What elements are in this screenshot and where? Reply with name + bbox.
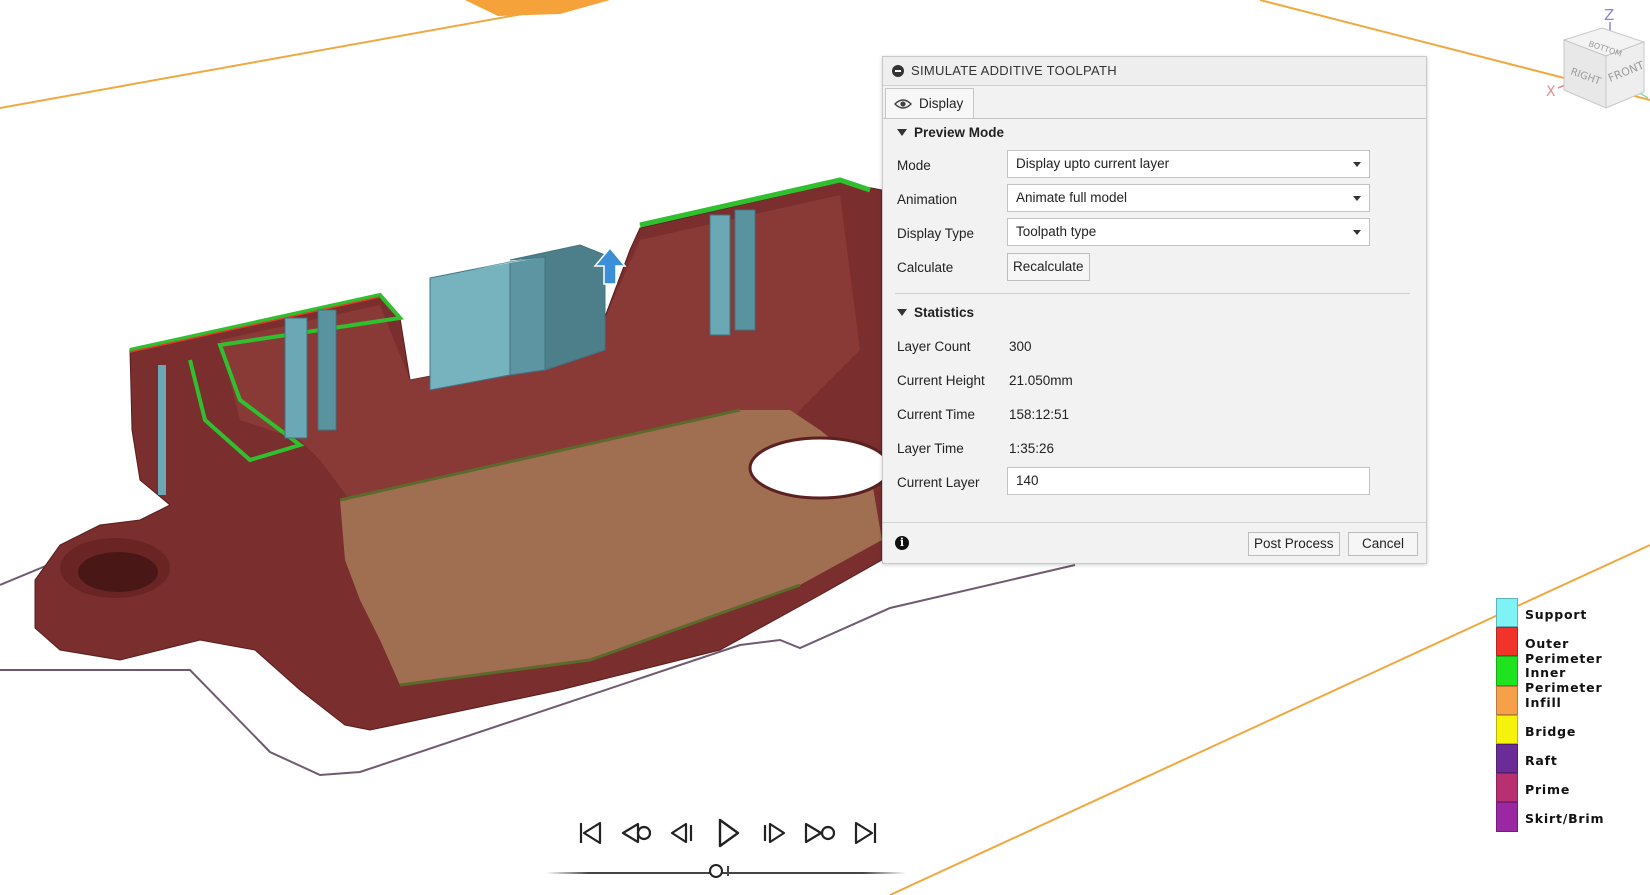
support-block <box>509 256 546 376</box>
tab-display[interactable]: Display <box>885 88 974 118</box>
animation-select[interactable]: Animate full model <box>1007 184 1370 212</box>
mode-select-value: Display upto current layer <box>1016 156 1170 171</box>
collapse-icon[interactable] <box>892 65 904 77</box>
legend-label: Bridge <box>1525 723 1577 739</box>
collapse-triangle-icon <box>897 309 907 316</box>
preview-mode-heading: Preview Mode <box>914 125 1005 140</box>
legend-item: Prime <box>1496 773 1646 803</box>
current-height-value: 21.050mm <box>1009 373 1073 388</box>
legend-item: Outer Perimeter <box>1496 627 1646 666</box>
tab-strip: Display <box>883 86 1426 119</box>
info-icon[interactable]: i <box>895 536 909 550</box>
x-axis-label: X <box>1546 84 1556 100</box>
support-column <box>317 309 337 431</box>
section-divider <box>895 293 1410 294</box>
legend-item: Bridge <box>1496 714 1646 744</box>
dialog-title: SIMULATE ADDITIVE TOOLPATH <box>911 63 1117 78</box>
current-time-label: Current Time <box>897 407 976 422</box>
statistics-heading: Statistics <box>914 305 975 320</box>
display-type-select-value: Toolpath type <box>1016 224 1097 239</box>
last-layer-icon[interactable] <box>848 815 884 851</box>
legend-swatch <box>1496 656 1518 686</box>
legend-label: Infill <box>1525 694 1562 710</box>
legend-swatch <box>1496 802 1518 832</box>
dropdown-caret-icon <box>1353 196 1361 201</box>
build-plate-tab <box>465 0 610 16</box>
legend-item: Inner Perimeter <box>1496 656 1646 695</box>
current-height-label: Current Height <box>897 373 985 388</box>
post-process-button[interactable]: Post Process <box>1248 532 1340 556</box>
legend-swatch <box>1496 685 1518 715</box>
layer-time-value: 1:35:26 <box>1009 441 1055 456</box>
first-layer-icon[interactable] <box>572 815 608 851</box>
legend-swatch <box>1496 773 1518 803</box>
support-column <box>284 317 308 439</box>
support-column <box>709 214 731 336</box>
playback-controls <box>566 815 877 855</box>
collapse-triangle-icon <box>897 129 907 136</box>
legend-item: Raft <box>1496 743 1646 774</box>
toolpath-type-legend: Support Outer Perimeter Inner Perimeter … <box>1496 598 1646 832</box>
layer-slider-track[interactable] <box>546 872 906 874</box>
legend-label: Raft <box>1525 752 1558 768</box>
legend-label: Skirt/Brim <box>1525 811 1605 827</box>
support-column <box>734 209 756 331</box>
legend-swatch <box>1496 627 1518 657</box>
legend-label: Support <box>1525 607 1588 622</box>
tab-display-label: Display <box>919 96 964 111</box>
mode-label: Mode <box>897 158 931 173</box>
statistics-section-toggle[interactable]: Statistics <box>897 305 974 320</box>
display-type-select[interactable]: Toolpath type <box>1007 218 1370 246</box>
support-block <box>429 261 511 391</box>
legend-item: Support <box>1496 598 1646 628</box>
display-type-label: Display Type <box>897 226 975 241</box>
preview-mode-section-toggle[interactable]: Preview Mode <box>897 125 1004 140</box>
current-layer-label: Current Layer <box>897 475 980 490</box>
fast-forward-icon[interactable] <box>802 815 838 851</box>
dialog-header: SIMULATE ADDITIVE TOOLPATH <box>883 57 1426 86</box>
layer-time-label: Layer Time <box>897 441 964 456</box>
dropdown-caret-icon <box>1353 230 1361 235</box>
step-forward-icon[interactable] <box>756 815 792 851</box>
view-cube[interactable]: Z X BOTTOM RIGHT FRONT <box>1540 0 1650 115</box>
mode-select[interactable]: Display upto current layer <box>1007 150 1370 178</box>
step-back-icon[interactable] <box>664 815 700 851</box>
animation-select-value: Animate full model <box>1016 190 1128 205</box>
legend-item: Skirt/Brim <box>1496 802 1646 832</box>
current-layer-input[interactable]: 140 <box>1007 467 1370 495</box>
eye-icon <box>894 98 912 109</box>
play-icon[interactable] <box>710 815 746 851</box>
current-time-value: 158:12:51 <box>1009 407 1070 422</box>
layer-slider-tick <box>727 866 729 876</box>
hole-left-inner <box>78 552 158 592</box>
z-axis-label: Z <box>1604 6 1614 24</box>
current-layer-value: 140 <box>1016 473 1039 488</box>
legend-label: Prime <box>1525 782 1571 798</box>
legend-swatch <box>1496 714 1518 744</box>
legend-item: Infill <box>1496 685 1646 715</box>
build-plate-edge <box>0 0 601 109</box>
layer-count-label: Layer Count <box>897 339 971 354</box>
hole-right <box>748 436 892 500</box>
dialog-footer: i Post Process Cancel <box>883 522 1426 563</box>
animation-label: Animation <box>897 192 958 207</box>
legend-swatch <box>1496 743 1518 774</box>
cancel-button[interactable]: Cancel <box>1348 532 1418 556</box>
legend-swatch <box>1496 598 1518 628</box>
dropdown-caret-icon <box>1353 162 1361 167</box>
calculate-label: Calculate <box>897 260 954 275</box>
rewind-icon[interactable] <box>618 815 654 851</box>
layer-count-value: 300 <box>1009 339 1032 354</box>
support-column <box>158 365 166 495</box>
recalculate-button[interactable]: Recalculate <box>1007 253 1090 281</box>
simulate-additive-toolpath-dialog: SIMULATE ADDITIVE TOOLPATH Display Previ… <box>882 56 1427 564</box>
